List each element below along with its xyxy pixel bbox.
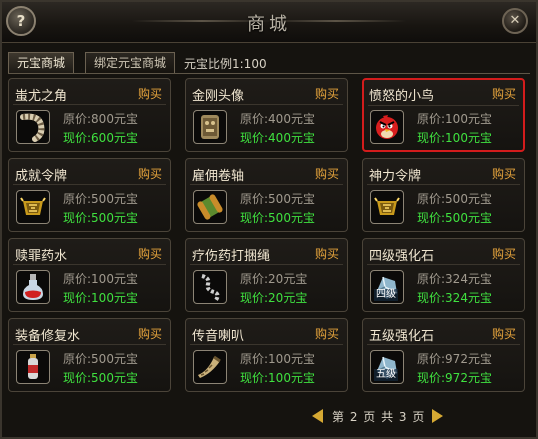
card-divider [190, 184, 343, 185]
original-price: 原价:500元宝 [240, 192, 315, 206]
item-name: 愤怒的小鸟 [369, 89, 435, 104]
item-name: 成就令牌 [15, 169, 68, 184]
angry-bird-icon[interactable] [370, 110, 404, 144]
buy-button[interactable]: 购买 [138, 325, 162, 342]
item-card[interactable]: 神力令牌 购买 原价:500元宝 现价:500元宝 [362, 158, 525, 232]
current-price: 现价:500元宝 [63, 211, 138, 225]
item-name: 蚩尤之角 [15, 89, 68, 104]
item-card[interactable]: 四级强化石 购买四级 原价:324元宝 现价:324元宝 [362, 238, 525, 312]
current-price: 现价:500元宝 [63, 371, 138, 385]
scroll-icon[interactable] [193, 190, 227, 224]
buy-button[interactable]: 购买 [138, 85, 162, 102]
current-price: 现价:100元宝 [63, 291, 138, 305]
buy-button[interactable]: 购买 [315, 165, 339, 182]
item-name: 神力令牌 [369, 169, 422, 184]
crystal-stone-icon[interactable]: 五级 [370, 350, 404, 384]
card-divider [367, 344, 520, 345]
item-card[interactable]: 传音喇叭 购买 原价:100元宝 现价:100元宝 [185, 318, 348, 392]
current-price: 现价:972元宝 [417, 371, 492, 385]
item-name: 四级强化石 [369, 249, 435, 264]
crystal-stone-icon[interactable]: 四级 [370, 270, 404, 304]
buy-button[interactable]: 购买 [492, 325, 516, 342]
buy-button[interactable]: 购买 [492, 165, 516, 182]
item-grid: 蚩尤之角 购买 原价:800元宝 现价:600元宝 金刚头像 购买 原价:400元宝 现价:4… [8, 78, 532, 396]
original-price: 原价:500元宝 [417, 192, 492, 206]
tab-divider [8, 73, 530, 74]
buy-button[interactable]: 购买 [492, 85, 516, 102]
buy-button[interactable]: 购买 [315, 85, 339, 102]
title-bar[interactable]: ? 商城 ✕ [2, 2, 536, 43]
current-price: 现价:20元宝 [240, 291, 308, 305]
original-price: 原价:400元宝 [240, 112, 315, 126]
item-name: 传音喇叭 [192, 329, 245, 344]
window-title: 商城 [247, 14, 291, 35]
buy-button[interactable]: 购买 [315, 325, 339, 342]
original-price: 原价:324元宝 [417, 272, 492, 286]
card-divider [367, 184, 520, 185]
buy-button[interactable]: 购买 [138, 165, 162, 182]
buy-button[interactable]: 购买 [138, 245, 162, 262]
item-name: 五级强化石 [369, 329, 435, 344]
item-card[interactable]: 金刚头像 购买 原价:400元宝 现价:400元宝 [185, 78, 348, 152]
item-card[interactable]: 成就令牌 购买 原价:500元宝 现价:500元宝 [8, 158, 171, 232]
item-name: 金刚头像 [192, 89, 245, 104]
card-divider [13, 344, 166, 345]
card-divider [13, 104, 166, 105]
current-price: 现价:400元宝 [240, 131, 315, 145]
current-price: 现价:600元宝 [63, 131, 138, 145]
card-divider [368, 105, 519, 106]
megaphone-horn-icon[interactable] [193, 350, 227, 384]
card-divider [13, 264, 166, 265]
stone-idol-icon[interactable] [193, 110, 227, 144]
original-price: 原价:500元宝 [63, 352, 138, 366]
buy-button[interactable]: 购买 [315, 245, 339, 262]
original-price: 原价:500元宝 [63, 192, 138, 206]
item-card[interactable]: 赎罪药水 购买 原价:100元宝 现价:100元宝 [8, 238, 171, 312]
card-divider [190, 104, 343, 105]
potion-flask-icon[interactable] [16, 270, 50, 304]
page-indicator: 第 2 页 共 3 页 [332, 410, 425, 424]
item-card[interactable]: 愤怒的小鸟 购买 原价:100元宝 现价:100元宝 [362, 78, 525, 152]
current-price: 现价:100元宝 [417, 131, 492, 145]
item-card[interactable]: 雇佣卷轴 购买 原价:500元宝 现价:500元宝 [185, 158, 348, 232]
current-price: 现价:324元宝 [417, 291, 492, 305]
item-name: 雇佣卷轴 [192, 169, 245, 184]
item-name: 装备修复水 [15, 329, 81, 344]
item-card[interactable]: 五级强化石 购买五级 原价:972元宝 现价:972元宝 [362, 318, 525, 392]
current-price: 现价:500元宝 [417, 211, 492, 225]
item-card[interactable]: 蚩尤之角 购买 原价:800元宝 现价:600元宝 [8, 78, 171, 152]
shop-window: ? 商城 ✕ 元宝商城 绑定元宝商城 元宝比例1:100 蚩尤之角 购买 原价:80… [0, 0, 538, 439]
item-tier-label: 五级 [374, 369, 398, 381]
repair-bottle-icon[interactable] [16, 350, 50, 384]
current-price: 现价:100元宝 [240, 371, 315, 385]
card-divider [367, 264, 520, 265]
horn-icon[interactable] [16, 110, 50, 144]
original-price: 原价:100元宝 [417, 112, 492, 126]
golden-token-icon[interactable] [16, 190, 50, 224]
prev-page-arrow-icon[interactable] [312, 409, 323, 423]
original-price: 原价:20元宝 [240, 272, 308, 286]
item-name: 疗伤药打捆绳 [192, 249, 271, 264]
original-price: 原价:100元宝 [240, 352, 315, 366]
close-button[interactable]: ✕ [502, 8, 528, 34]
original-price: 原价:100元宝 [63, 272, 138, 286]
original-price: 原价:972元宝 [417, 352, 492, 366]
next-page-arrow-icon[interactable] [432, 409, 443, 423]
card-divider [190, 264, 343, 265]
item-name: 赎罪药水 [15, 249, 68, 264]
tab-bound-yuanbao-shop[interactable]: 绑定元宝商城 [85, 52, 176, 73]
exchange-ratio: 元宝比例1:100 [184, 57, 267, 71]
golden-token-icon[interactable] [370, 190, 404, 224]
title-ornament-right [266, 20, 406, 22]
card-divider [190, 344, 343, 345]
item-card[interactable]: 疗伤药打捆绳 购买 原价:20元宝 现价:20元宝 [185, 238, 348, 312]
buy-button[interactable]: 购买 [492, 245, 516, 262]
item-card[interactable]: 装备修复水 购买 原价:500元宝 现价:500元宝 [8, 318, 171, 392]
item-tier-label: 四级 [374, 289, 398, 301]
current-price: 现价:500元宝 [240, 211, 315, 225]
original-price: 原价:800元宝 [63, 112, 138, 126]
card-divider [13, 184, 166, 185]
tab-yuanbao-shop[interactable]: 元宝商城 [8, 52, 75, 73]
rope-coil-icon[interactable] [193, 270, 227, 304]
